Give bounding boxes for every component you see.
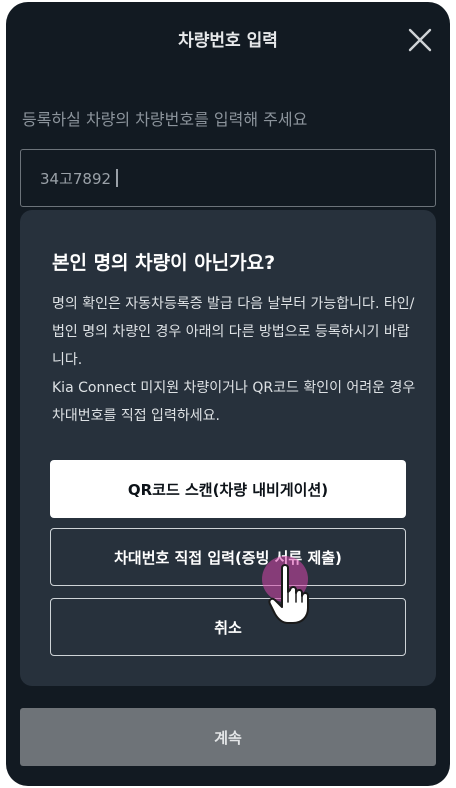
plate-prompt: 등록하실 차량의 차량번호를 입력해 주세요 (22, 110, 308, 129)
qr-scan-label: QR코드 스캔(차량 내비게이션) (127, 480, 329, 499)
plate-number-input[interactable]: 34고7892 (20, 149, 436, 207)
cancel-button[interactable]: 취소 (50, 598, 406, 656)
close-icon[interactable] (406, 26, 434, 54)
text-caret (116, 169, 118, 187)
page-title: 차량번호 입력 (178, 31, 278, 51)
phone-screen: 차량번호 입력 등록하실 차량의 차량번호를 입력해 주세요 34고7892 본… (6, 2, 450, 786)
continue-label: 계속 (214, 728, 242, 747)
dialog-title: 본인 명의 차량이 아닌가요? (52, 252, 276, 274)
dialog-message: 명의 확인은 자동차등록증 발급 다음 날부터 가능합니다. 타인/법인 명의 … (52, 296, 416, 424)
ownership-dialog: 본인 명의 차량이 아닌가요? 명의 확인은 자동차등록증 발급 다음 날부터 … (20, 210, 436, 686)
header: 차량번호 입력 (6, 2, 450, 76)
pointing-hand-icon (268, 562, 312, 626)
plate-number-value: 34고7892 (40, 168, 118, 189)
qr-scan-button[interactable]: QR코드 스캔(차량 내비게이션) (50, 460, 406, 518)
cancel-label: 취소 (214, 618, 242, 637)
manual-vin-button[interactable]: 차대번호 직접 입력(증빙 서류 제출) (50, 528, 406, 586)
continue-button[interactable]: 계속 (20, 708, 436, 766)
